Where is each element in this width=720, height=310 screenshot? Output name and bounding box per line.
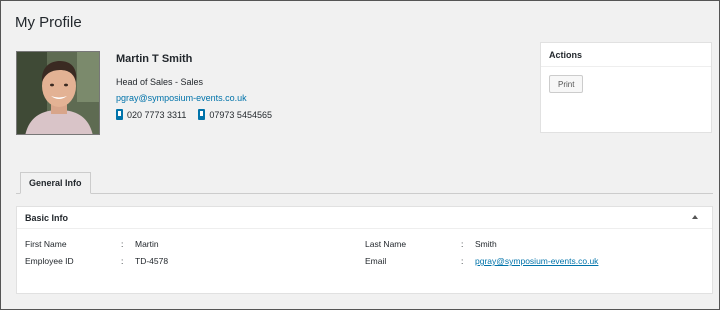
email-value-link[interactable]: pgray@symposium-events.co.uk [475,256,598,266]
employee-id-value: TD-4578 [135,256,169,266]
phone-icon [116,109,123,120]
profile-phones: 020 7773 3311 07973 5454565 [116,109,272,120]
employee-id-sep: : [121,256,124,266]
tab-bar [16,193,713,194]
last-name-value: Smith [475,239,497,249]
employee-id-label: Employee ID [25,256,74,266]
email-sep: : [461,256,464,266]
profile-role: Head of Sales - Sales [116,77,204,87]
print-button[interactable]: Print [549,75,584,93]
page-title: My Profile [15,14,82,31]
mobile-phone: 07973 5454565 [198,109,272,120]
mobile-icon [198,109,206,120]
mobile-phone-number: 07973 5454565 [209,109,272,120]
first-name-label: First Name [25,239,67,249]
profile-name: Martin T Smith [116,53,193,65]
first-name-value: Martin [135,239,159,249]
profile-email-link[interactable]: pgray@symposium-events.co.uk [116,93,247,103]
profile-photo-image [17,52,99,134]
last-name-label: Last Name [365,239,407,249]
basic-info-header[interactable]: Basic Info [17,207,712,229]
profile-photo [16,51,100,135]
basic-info-panel: Basic Info First Name : Martin Last Name… [16,206,713,294]
collapse-arrow-icon[interactable] [692,215,698,219]
office-phone-number: 020 7773 3311 [127,109,187,120]
basic-info-title: Basic Info [25,213,69,223]
last-name-sep: : [461,239,464,249]
tab-general-info[interactable]: General Info [20,172,91,194]
actions-title: Actions [541,43,711,67]
profile-page: My Profile Martin T Smith Head of Sales … [0,0,720,310]
email-label: Email [365,256,387,266]
first-name-sep: : [121,239,124,249]
profile-info: Martin T Smith Head of Sales - Sales pgr… [116,53,272,120]
office-phone: 020 7773 3311 [116,109,186,120]
actions-box: Actions Print [540,42,712,133]
